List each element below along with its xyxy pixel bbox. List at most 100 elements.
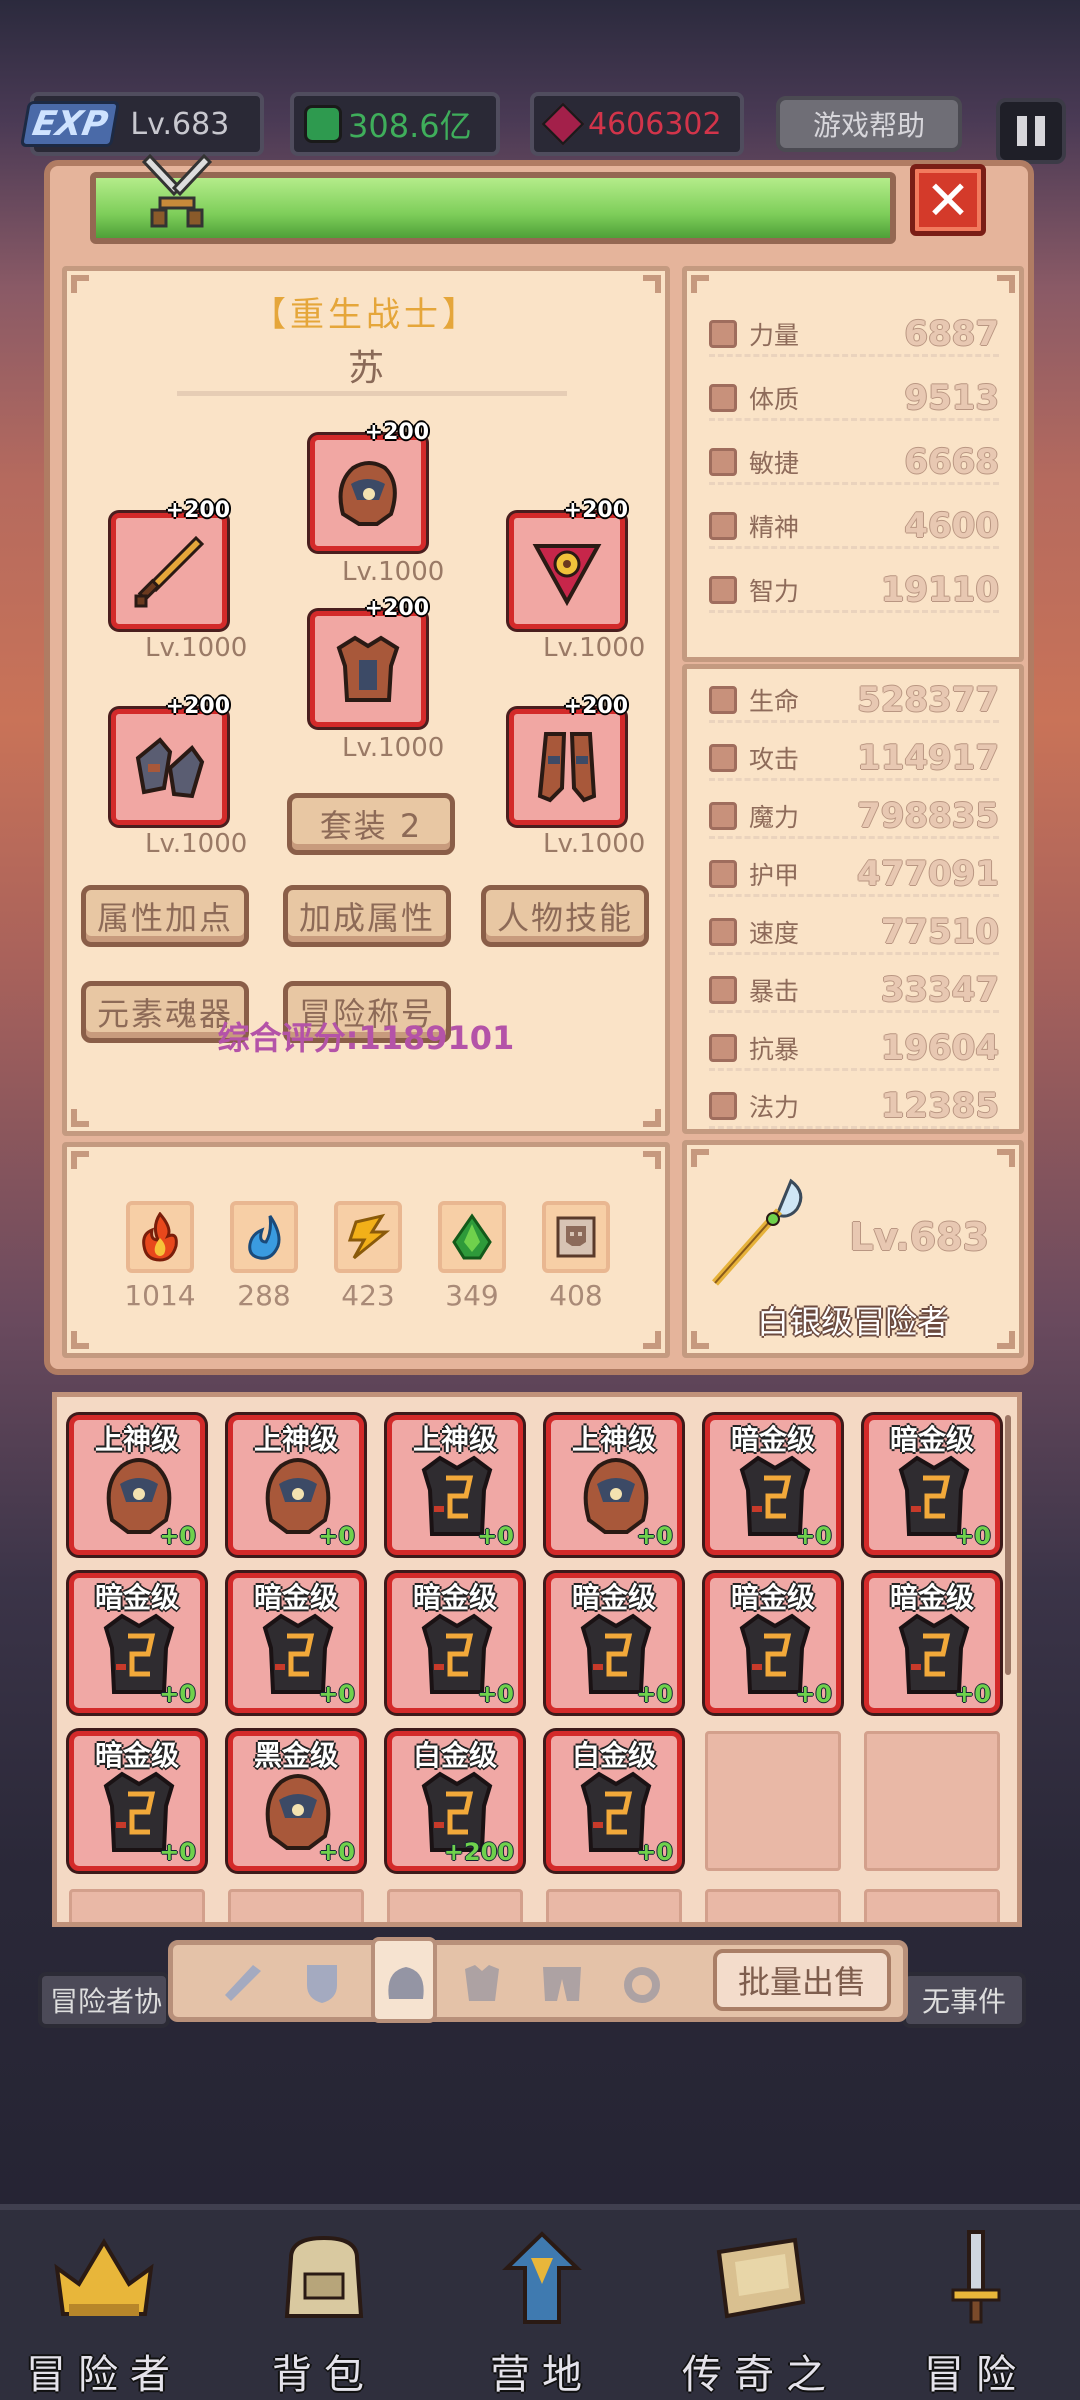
- element-value: 423: [341, 1279, 395, 1312]
- skull-icon: [542, 1201, 610, 1273]
- item-grade: 上神级: [571, 1423, 656, 1456]
- inventory-item[interactable]: 白金级 +0: [546, 1731, 682, 1871]
- element-dark[interactable]: 408: [537, 1201, 615, 1312]
- game-help-button[interactable]: 游戏帮助: [776, 96, 962, 152]
- equip-slot-weapon[interactable]: +200: [111, 498, 230, 629]
- inventory-item[interactable]: 白金级 +200: [387, 1731, 523, 1871]
- element-fire[interactable]: 1014: [121, 1201, 199, 1312]
- stat-label: 生命: [749, 686, 800, 716]
- inventory-item[interactable]: 上神级 +0: [387, 1415, 523, 1555]
- camp-icon: [502, 2231, 582, 2324]
- nav-camp[interactable]: 营地: [442, 2228, 642, 2398]
- inventory-item[interactable]: 暗金级 +0: [228, 1573, 364, 1713]
- crown-icon: [54, 2238, 154, 2316]
- attr-label: 精神: [749, 512, 800, 542]
- item-enhance: +0: [477, 1522, 514, 1550]
- ring-icon[interactable]: [613, 1959, 671, 2007]
- inventory-item[interactable]: 暗金级 +0: [864, 1573, 1000, 1713]
- adventurer-guild-button[interactable]: 冒险者协: [38, 1972, 170, 2028]
- equip-level: Lv.1000: [145, 829, 248, 859]
- heart-icon: [709, 383, 737, 412]
- sword-icon[interactable]: [213, 1959, 271, 2007]
- character-skills-button[interactable]: 人物技能: [481, 885, 649, 947]
- nav-legend-book[interactable]: 传奇之书: [660, 2228, 860, 2398]
- inventory-empty-slot[interactable]: [705, 1731, 841, 1871]
- item-enhance: +0: [795, 1680, 832, 1708]
- close-icon: ✕: [925, 168, 971, 232]
- item-enhance: +0: [636, 1522, 673, 1550]
- inventory-item[interactable]: 上神级 +0: [546, 1415, 682, 1555]
- inventory-item[interactable]: 黑金级 +0: [228, 1731, 364, 1871]
- inventory-item[interactable]: 暗金级 +0: [69, 1731, 205, 1871]
- no-event-button[interactable]: 无事件: [902, 1972, 1026, 2028]
- pause-button[interactable]: [996, 98, 1066, 164]
- inventory-empty-slot[interactable]: [228, 1889, 364, 1922]
- boot-icon: [709, 447, 737, 476]
- inventory-empty-slot[interactable]: [864, 1731, 1000, 1871]
- helmet-icon[interactable]: [377, 1959, 435, 2007]
- nav-adventure[interactable]: 冒险: [876, 2228, 1076, 2398]
- inventory-empty-slot[interactable]: [69, 1889, 205, 1922]
- element-earth[interactable]: 349: [433, 1201, 511, 1312]
- attr-row-constitution: 体质 9513: [709, 377, 999, 421]
- inventory-empty-slot[interactable]: [387, 1889, 523, 1922]
- gem-value: 4606302: [588, 106, 722, 142]
- crit-resist-icon: [709, 1033, 737, 1062]
- inventory-empty-slot[interactable]: [864, 1889, 1000, 1922]
- crossed-swords-icon: [141, 154, 213, 228]
- bulk-sell-button[interactable]: 批量出售: [713, 1949, 891, 2011]
- set-bonus-button[interactable]: 套装 2: [287, 793, 455, 855]
- pause-icon: [1017, 116, 1027, 146]
- inventory-scrollbar[interactable]: [1005, 1415, 1011, 1675]
- stat-row-crit: 暴击 33347: [709, 969, 999, 1013]
- brain-icon: [709, 575, 737, 604]
- item-grade: 白金级: [412, 1739, 497, 1772]
- inventory-item[interactable]: 暗金级 +0: [864, 1415, 1000, 1555]
- sword-icon: [951, 2230, 1001, 2324]
- inventory-empty-slot[interactable]: [546, 1889, 682, 1922]
- amulet-icon: [532, 544, 602, 607]
- item-enhance: +0: [318, 1680, 355, 1708]
- enhance-level: +200: [364, 420, 429, 445]
- equip-slot-armor[interactable]: +200: [310, 596, 429, 727]
- book-icon: [716, 2237, 806, 2319]
- attr-value: 4600: [904, 505, 999, 546]
- star-icon: [709, 1091, 737, 1120]
- stat-value: 33347: [880, 969, 999, 1010]
- inventory-item[interactable]: 暗金级 +0: [387, 1573, 523, 1713]
- inventory-item[interactable]: 暗金级 +0: [546, 1573, 682, 1713]
- equip-slot-boots[interactable]: +200: [509, 694, 628, 825]
- attr-row-intelligence: 智力 19110: [709, 569, 999, 613]
- inventory-empty-slot[interactable]: [705, 1889, 841, 1922]
- inventory-item[interactable]: 上神级 +0: [69, 1415, 205, 1555]
- element-value: 288: [237, 1279, 291, 1312]
- inventory-item[interactable]: 暗金级 +0: [705, 1573, 841, 1713]
- inventory-item[interactable]: 暗金级 +0: [69, 1573, 205, 1713]
- rank-level: Lv.683: [849, 1215, 989, 1259]
- item-grade: 白金级: [571, 1739, 656, 1772]
- nav-label: 传奇之书: [682, 2352, 838, 2398]
- armor-icon[interactable]: [453, 1959, 511, 2007]
- stat-value: 528377: [857, 679, 999, 720]
- item-grade: 暗金级: [571, 1581, 656, 1614]
- water-icon: [230, 1201, 298, 1273]
- element-water[interactable]: 288: [225, 1201, 303, 1312]
- equip-slot-gloves[interactable]: +200: [111, 694, 230, 825]
- pants-icon[interactable]: [533, 1959, 591, 2007]
- item-enhance: +0: [159, 1680, 196, 1708]
- element-lightning[interactable]: 423: [329, 1201, 407, 1312]
- nav-adventurer[interactable]: 冒险者: [4, 2228, 204, 2398]
- stat-label: 护甲: [749, 860, 800, 890]
- inventory-item[interactable]: 上神级 +0: [228, 1415, 364, 1555]
- nav-backpack[interactable]: 背包: [224, 2228, 424, 2398]
- bonus-attributes-button[interactable]: 加成属性: [283, 885, 451, 947]
- equip-slot-helmet[interactable]: +200: [310, 420, 429, 551]
- player-level: Lv.683: [130, 106, 230, 142]
- attr-row-spirit: 精神 4600: [709, 505, 999, 549]
- attr-value: 9513: [904, 377, 999, 418]
- inventory-item[interactable]: 暗金级 +0: [705, 1415, 841, 1555]
- close-button[interactable]: ✕: [910, 164, 986, 236]
- shield-icon[interactable]: [293, 1959, 351, 2007]
- attribute-points-button[interactable]: 属性加点: [81, 885, 249, 947]
- equip-slot-amulet[interactable]: +200: [509, 498, 628, 629]
